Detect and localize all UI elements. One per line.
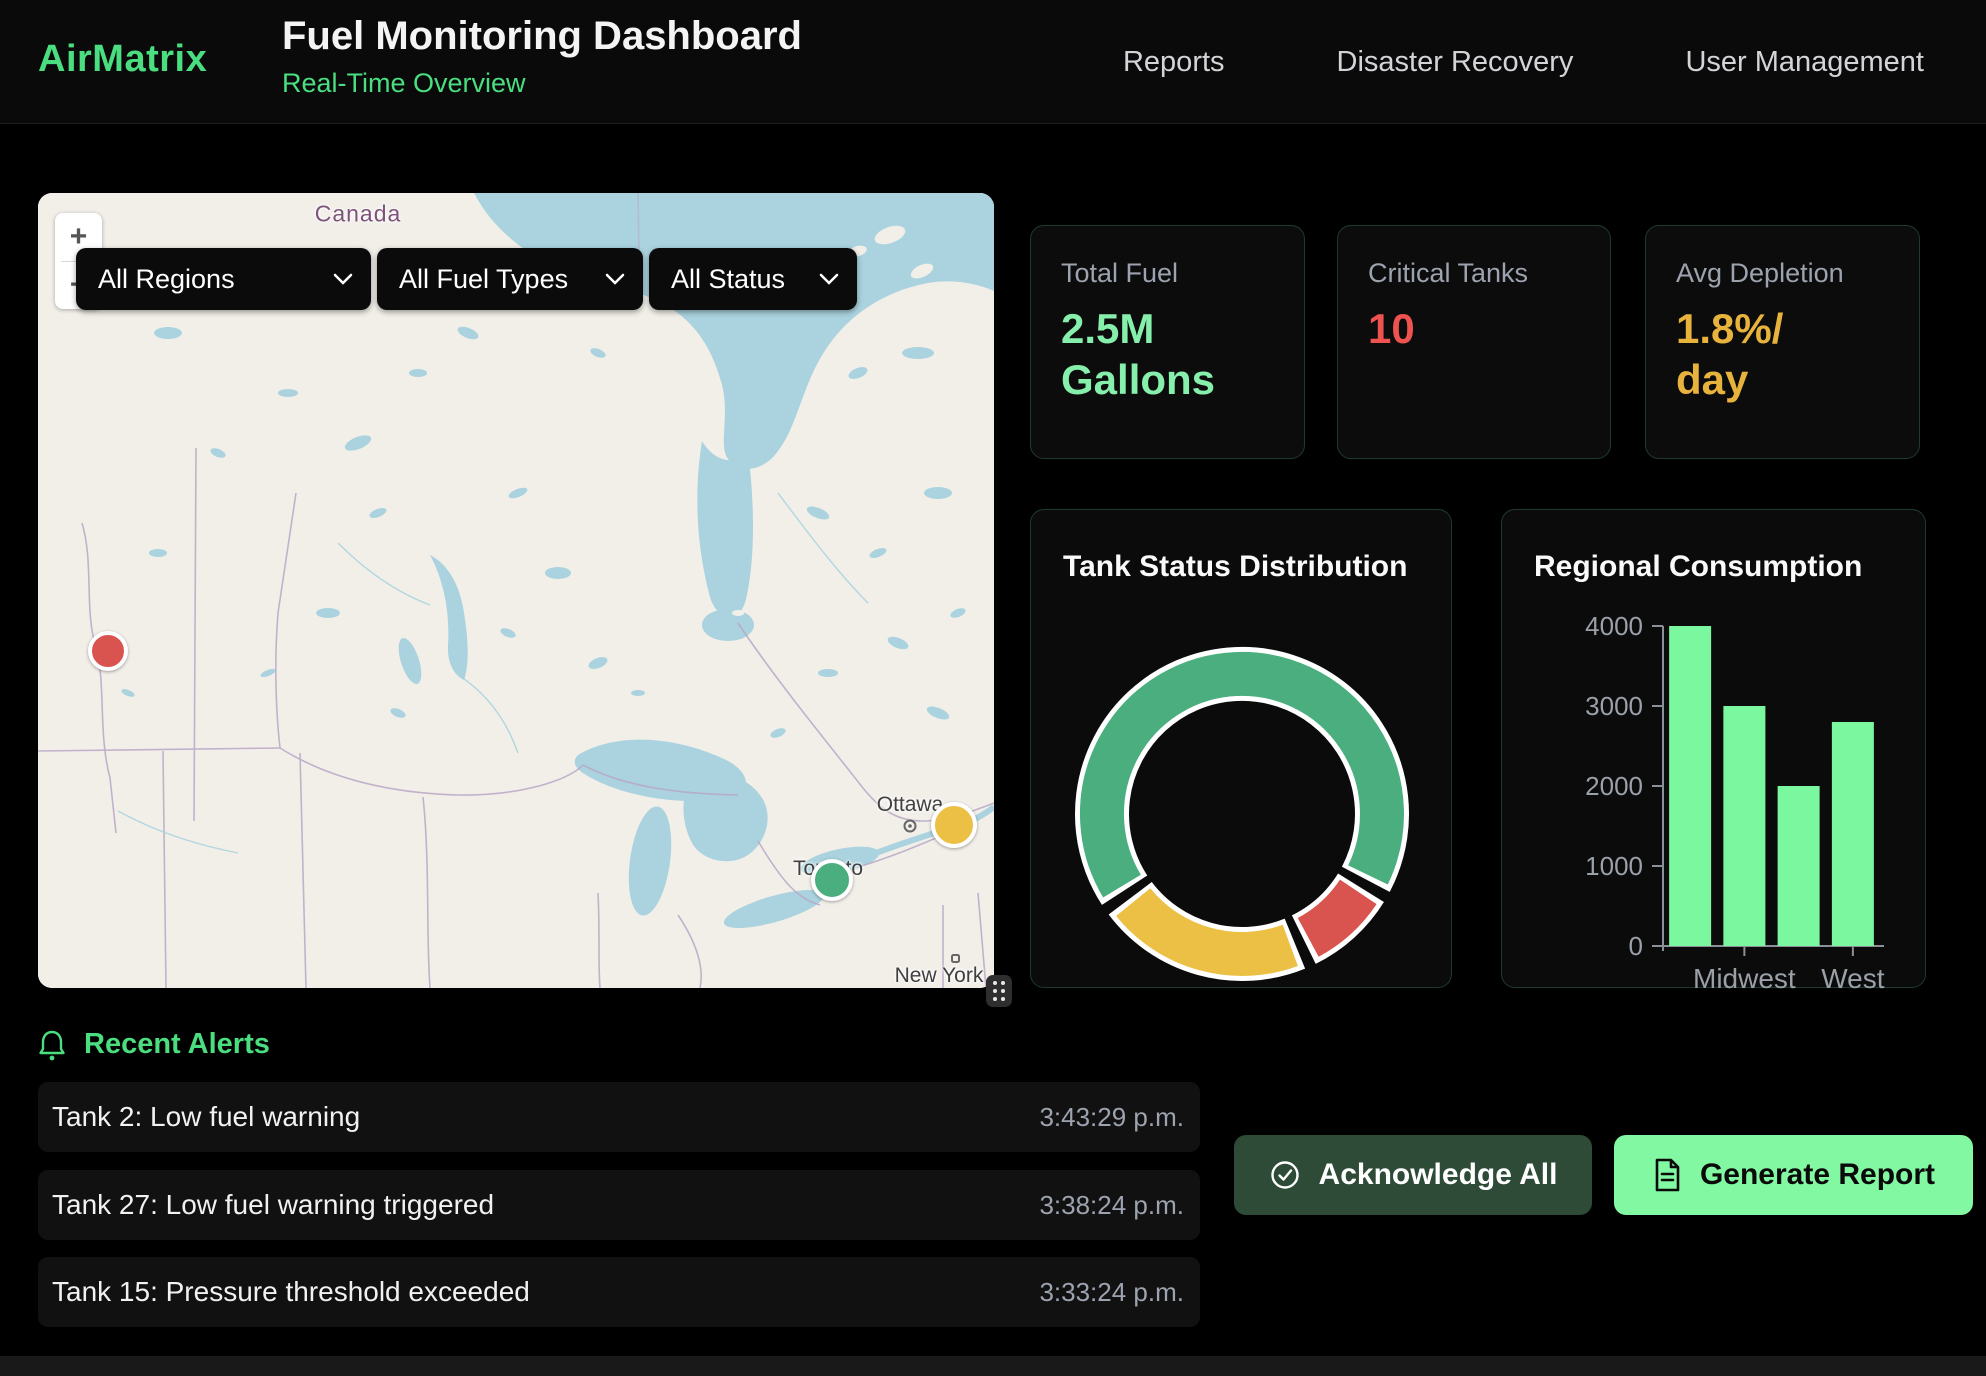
- alert-row[interactable]: Tank 15: Pressure threshold exceeded 3:3…: [38, 1257, 1200, 1327]
- fuel-type-filter-value: All Fuel Types: [399, 264, 568, 295]
- y-tick-label: 0: [1629, 931, 1643, 961]
- y-tick-label: 3000: [1585, 691, 1643, 721]
- alert-time: 3:33:24 p.m.: [1039, 1277, 1184, 1308]
- bell-icon: [38, 1029, 66, 1061]
- fuel-map[interactable]: CanadaOttawaTorontoNew York All Regions …: [38, 193, 994, 988]
- alert-row[interactable]: Tank 27: Low fuel warning triggered 3:38…: [38, 1170, 1200, 1240]
- acknowledge-all-button[interactable]: Acknowledge All: [1234, 1135, 1592, 1215]
- chart-title-regional-consumption: Regional Consumption: [1534, 550, 1862, 584]
- map-geography: [38, 193, 994, 988]
- x-tick-label-west: West: [1821, 963, 1884, 989]
- chevron-down-icon: [819, 273, 839, 285]
- stat-card-critical-tanks: Critical Tanks 10: [1337, 225, 1611, 459]
- status-filter-select[interactable]: All Status: [649, 248, 857, 310]
- chart-title-tank-status: Tank Status Distribution: [1063, 550, 1407, 584]
- alert-time: 3:38:24 p.m.: [1039, 1190, 1184, 1221]
- tank-marker-warning[interactable]: [931, 802, 977, 848]
- bar-midwest: [1723, 706, 1765, 946]
- alert-text: Tank 27: Low fuel warning triggered: [52, 1189, 494, 1221]
- chevron-down-icon: [605, 273, 625, 285]
- alert-text: Tank 2: Low fuel warning: [52, 1101, 360, 1133]
- alert-text: Tank 15: Pressure threshold exceeded: [52, 1276, 530, 1308]
- y-tick-label: 4000: [1585, 611, 1643, 641]
- regional-consumption-chart-card: Regional Consumption 0 1000 2000 3000 4000 Mi…: [1501, 509, 1926, 988]
- y-tick-label: 2000: [1585, 771, 1643, 801]
- stat-value-critical-tanks: 10: [1368, 303, 1580, 354]
- stat-label: Critical Tanks: [1368, 258, 1580, 289]
- fuel-monitoring-dashboard: AirMatrix Fuel Monitoring Dashboard Real…: [0, 0, 1986, 1376]
- y-tick-label: 1000: [1585, 851, 1643, 881]
- acknowledge-all-label: Acknowledge All: [1319, 1158, 1558, 1192]
- main-nav: Reports Disaster Recovery User Managemen…: [1123, 0, 1924, 124]
- donut-segment-critical: [1308, 892, 1358, 938]
- stat-card-total-fuel: Total Fuel 2.5M Gallons: [1030, 225, 1305, 459]
- resize-drag-handle[interactable]: [986, 975, 1012, 1007]
- stat-label: Total Fuel: [1061, 258, 1274, 289]
- brand-logo[interactable]: AirMatrix: [38, 38, 207, 81]
- stat-card-avg-depletion: Avg Depletion 1.8%/ day: [1645, 225, 1920, 459]
- stat-value-total-fuel: 2.5M Gallons: [1061, 303, 1274, 405]
- document-icon: [1652, 1158, 1682, 1192]
- stat-label: Avg Depletion: [1676, 258, 1889, 289]
- page-title: Fuel Monitoring Dashboard: [282, 14, 802, 59]
- tank-status-chart-card: Tank Status Distribution: [1030, 509, 1452, 988]
- map-canvas[interactable]: CanadaOttawaTorontoNew York All Regions …: [38, 193, 994, 988]
- alerts-header: Recent Alerts: [38, 1028, 270, 1061]
- generate-report-button[interactable]: Generate Report: [1614, 1135, 1973, 1215]
- tank-marker-normal[interactable]: [811, 859, 853, 901]
- map-filter-bar: All Regions All Fuel Types All Status: [76, 248, 857, 310]
- alert-time: 3:43:29 p.m.: [1039, 1102, 1184, 1133]
- header: AirMatrix Fuel Monitoring Dashboard Real…: [0, 0, 1986, 124]
- alerts-section-title: Recent Alerts: [84, 1028, 270, 1061]
- fuel-type-filter-select[interactable]: All Fuel Types: [377, 248, 643, 310]
- chevron-down-icon: [333, 273, 353, 285]
- donut-segment-normal: [1102, 674, 1382, 886]
- alert-row[interactable]: Tank 2: Low fuel warning 3:43:29 p.m.: [38, 1082, 1200, 1152]
- status-filter-value: All Status: [671, 264, 785, 295]
- x-tick-label-midwest: Midwest: [1693, 963, 1796, 989]
- region-filter-select[interactable]: All Regions: [76, 248, 371, 310]
- stat-value-avg-depletion: 1.8%/ day: [1676, 303, 1889, 405]
- nav-item-disaster-recovery[interactable]: Disaster Recovery: [1337, 46, 1574, 79]
- check-circle-icon: [1269, 1159, 1301, 1191]
- title-block: Fuel Monitoring Dashboard Real-Time Over…: [282, 14, 802, 99]
- bar-region-3: [1778, 786, 1820, 946]
- tank-marker-critical[interactable]: [88, 631, 128, 671]
- generate-report-label: Generate Report: [1700, 1158, 1935, 1192]
- bar-west: [1832, 722, 1874, 946]
- bar-region-1: [1669, 626, 1711, 946]
- region-filter-value: All Regions: [98, 264, 235, 295]
- bottom-strip: [0, 1356, 1986, 1376]
- page-subtitle: Real-Time Overview: [282, 68, 802, 99]
- nav-item-reports[interactable]: Reports: [1123, 46, 1225, 79]
- nav-item-user-management[interactable]: User Management: [1685, 46, 1924, 79]
